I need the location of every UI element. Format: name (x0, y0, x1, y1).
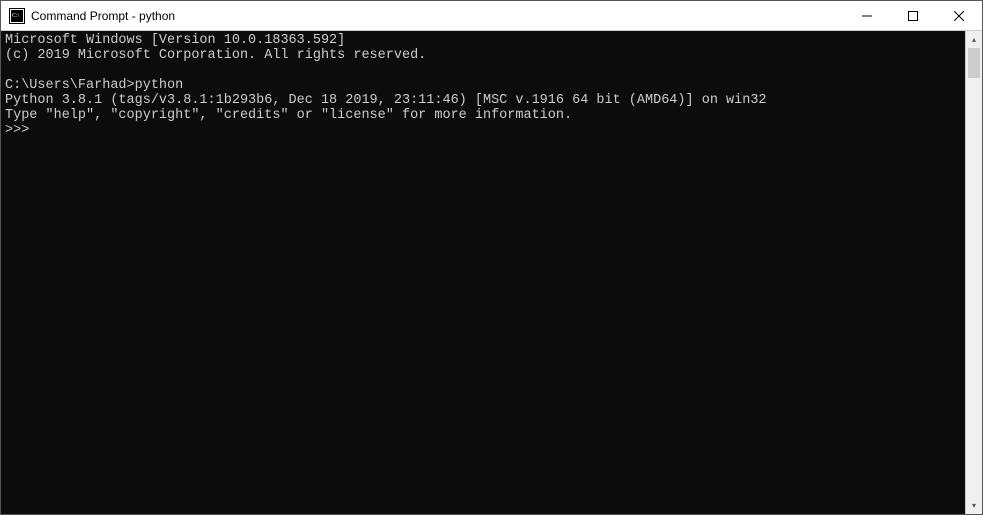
terminal-line: Type "help", "copyright", "credits" or "… (5, 108, 572, 123)
titlebar[interactable]: C:\ Command Prompt - python (1, 1, 982, 31)
terminal-line: Microsoft Windows [Version 10.0.18363.59… (5, 33, 345, 48)
terminal-line: C:\Users\Farhad>python (5, 78, 183, 93)
close-button[interactable] (936, 1, 982, 30)
terminal-area: Microsoft Windows [Version 10.0.18363.59… (1, 31, 982, 514)
terminal-prompt: >>> (5, 123, 29, 138)
command-prompt-window: C:\ Command Prompt - python Microsoft Wi… (0, 0, 983, 515)
terminal-line: Python 3.8.1 (tags/v3.8.1:1b293b6, Dec 1… (5, 93, 767, 108)
minimize-button[interactable] (844, 1, 890, 30)
cmd-icon: C:\ (9, 8, 25, 24)
svg-text:C:\: C:\ (12, 13, 20, 19)
scroll-down-arrow-icon[interactable]: ▾ (966, 497, 982, 514)
terminal[interactable]: Microsoft Windows [Version 10.0.18363.59… (1, 31, 965, 514)
scroll-up-arrow-icon[interactable]: ▴ (966, 31, 982, 48)
scroll-track[interactable] (966, 48, 982, 497)
vertical-scrollbar[interactable]: ▴ ▾ (965, 31, 982, 514)
window-controls (844, 1, 982, 30)
window-title: Command Prompt - python (31, 9, 844, 23)
terminal-line: (c) 2019 Microsoft Corporation. All righ… (5, 48, 426, 63)
scroll-thumb[interactable] (968, 48, 980, 78)
maximize-button[interactable] (890, 1, 936, 30)
